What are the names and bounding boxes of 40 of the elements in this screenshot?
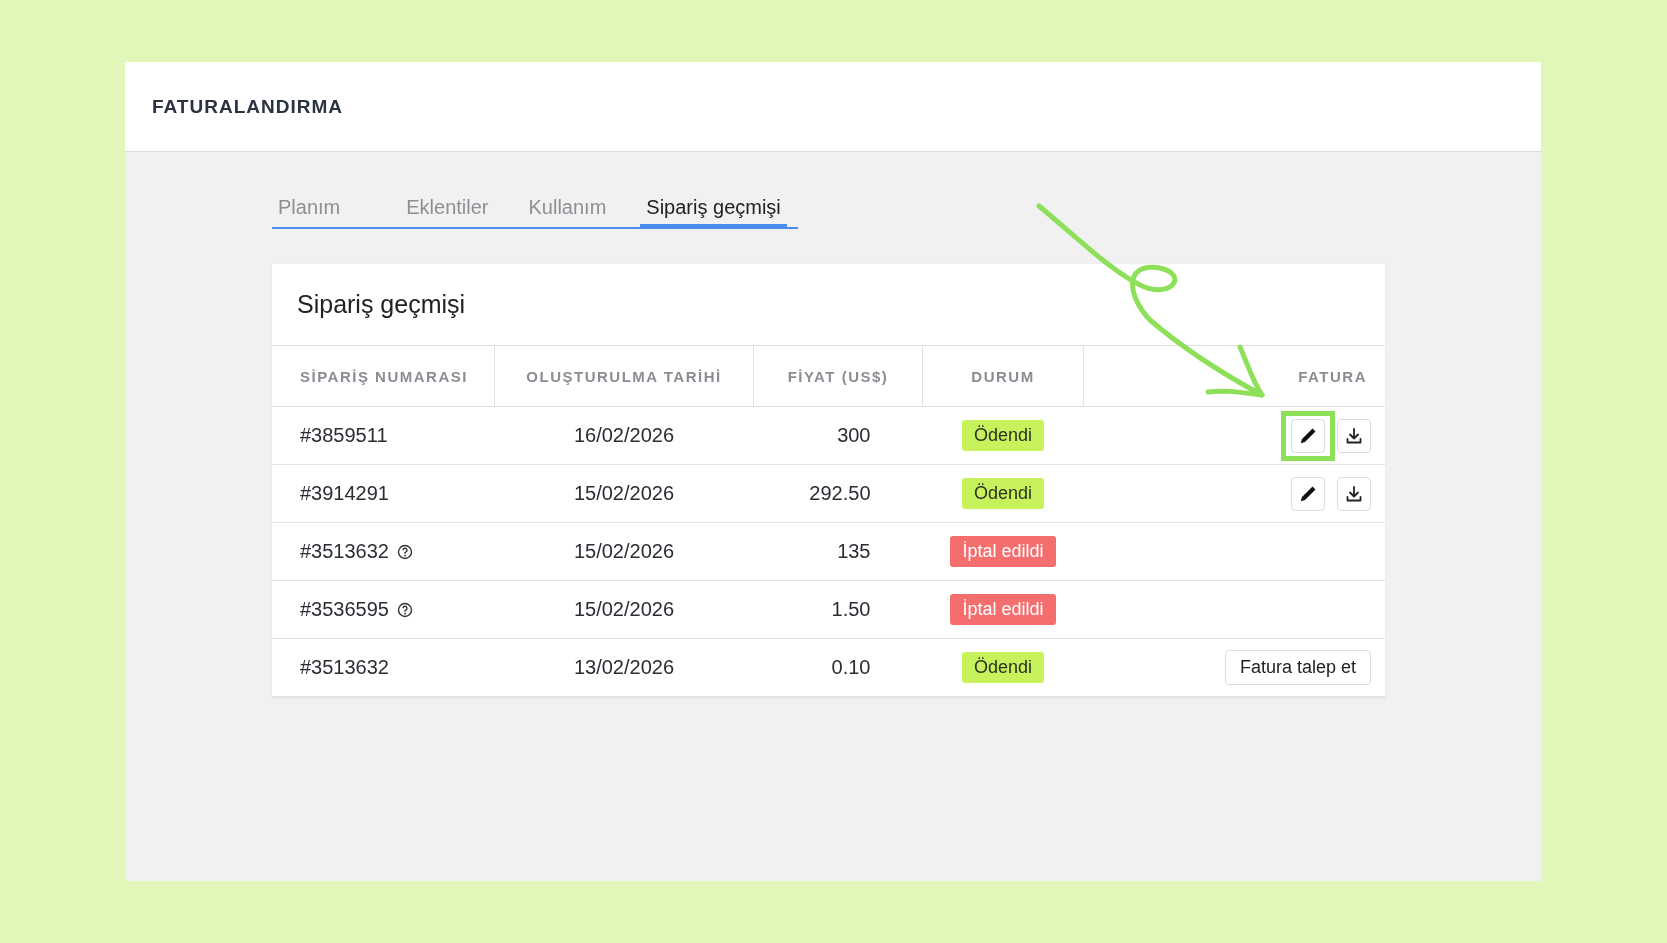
card-title: Sipariş geçmişi (296, 289, 467, 320)
column-header: FATURA (1083, 345, 1385, 407)
download-icon (1344, 483, 1364, 504)
order-date: 15/02/2026 (573, 482, 675, 504)
status-badge: Ödendi (961, 420, 1044, 451)
order-price: 1.50 (831, 598, 871, 620)
download-button[interactable] (1337, 476, 1371, 511)
order-number: #3914291 (300, 482, 389, 505)
page-title: FATURALANDIRMA (152, 95, 343, 118)
tab[interactable]: Planım (272, 192, 347, 229)
order-price: 0.10 (831, 656, 871, 678)
help-icon[interactable] (397, 601, 413, 618)
status-badge: İptal edildi (950, 536, 1056, 567)
edit-button[interactable] (1291, 418, 1325, 453)
order-number: #3859511 (300, 424, 388, 447)
column-header: DURUM (922, 345, 1084, 407)
help-icon[interactable] (397, 543, 413, 560)
download-button[interactable] (1337, 418, 1371, 453)
order-date: 15/02/2026 (573, 598, 675, 620)
order-number: #3513632 (300, 656, 389, 679)
edit-button[interactable] (1291, 476, 1325, 511)
column-header: SİPARİŞ NUMARASI (272, 345, 495, 407)
order-price: 300 (837, 424, 871, 446)
tab[interactable]: Eklentiler (400, 192, 495, 229)
order-price: 135 (837, 540, 871, 562)
column-header: OLUŞTURULMA TARİHİ (494, 345, 754, 407)
tab[interactable]: Kullanım (522, 192, 613, 229)
request-invoice-button[interactable]: Fatura talep et (1224, 650, 1371, 685)
order-date: 13/02/2026 (573, 656, 675, 678)
order-number: #3513632 (300, 540, 389, 563)
download-icon (1344, 425, 1364, 446)
status-badge: İptal edildi (950, 594, 1056, 625)
status-badge: Ödendi (961, 652, 1044, 683)
status-badge: Ödendi (961, 478, 1044, 509)
order-date: 16/02/2026 (573, 424, 675, 446)
order-price: 292.50 (809, 482, 871, 504)
order-date: 15/02/2026 (573, 540, 675, 562)
column-header: FİYAT (US$) (753, 345, 923, 407)
tab[interactable]: Sipariş geçmişi (640, 192, 787, 229)
order-number: #3536595 (300, 598, 389, 621)
